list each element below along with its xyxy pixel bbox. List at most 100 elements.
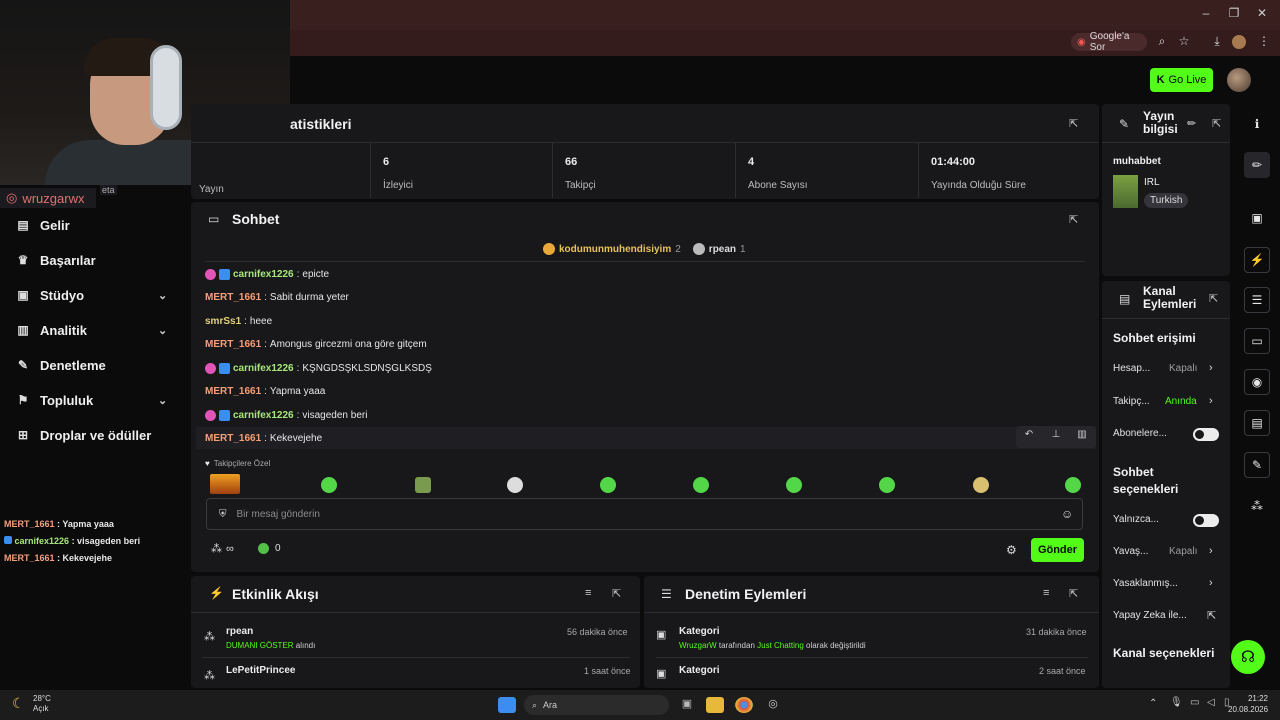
sidebar-item-topluluk[interactable]: ⚑ Topluluk ⌄ (16, 388, 186, 412)
app-icon[interactable]: ◎ (764, 697, 782, 713)
chat-input[interactable]: ⛨ Bir mesaj gönderin (206, 498, 1083, 530)
fire-emote[interactable] (210, 474, 240, 494)
chat-username[interactable]: carnifex1226 (233, 269, 294, 280)
chevron-right-icon[interactable]: › (1209, 545, 1213, 557)
stream-category[interactable]: IRL (1144, 177, 1160, 188)
kick-coins[interactable]: 0 (258, 543, 281, 554)
chat-username[interactable]: smrSs1 (205, 316, 241, 327)
profile-icon[interactable] (1232, 35, 1246, 49)
wrench-icon[interactable]: ✎ (1244, 452, 1270, 478)
close-icon[interactable]: ✕ (1252, 6, 1272, 22)
chrome-icon[interactable] (735, 697, 753, 713)
emote[interactable] (879, 477, 895, 493)
gifter-name[interactable]: rpean (709, 244, 736, 255)
subscribers-only-label[interactable]: Abonelere... (1113, 428, 1167, 439)
gifter-name[interactable]: kodumunmuhendisiyim (559, 244, 671, 255)
popout-icon[interactable]: ⇱ (1069, 213, 1078, 226)
chat-username[interactable]: carnifex1226 (233, 410, 294, 421)
maximize-icon[interactable]: ❐ (1224, 6, 1244, 22)
support-button[interactable]: ☊ (1231, 640, 1265, 674)
account-age-label[interactable]: Hesap... (1113, 363, 1150, 374)
chat-message[interactable]: carnifex1226: visageden beri (205, 407, 367, 423)
file-explorer-icon[interactable] (706, 697, 724, 713)
followers-only-value[interactable]: Anında (1165, 396, 1197, 407)
go-live-button[interactable]: K Go Live (1150, 68, 1213, 92)
delete-icon[interactable]: ▥ (1071, 429, 1093, 445)
popout-icon[interactable]: ⇱ (1069, 117, 1078, 130)
chat-username[interactable]: MERT_1661 (205, 339, 261, 350)
browser-menu-icon[interactable]: ⋮ (1256, 34, 1272, 50)
chat-username[interactable]: MERT_1661 (205, 292, 261, 303)
network-icon[interactable]: ▭ (1190, 697, 1199, 708)
chat-message[interactable]: MERT_1661: Amongus gircezmi ona göre gitç… (205, 336, 427, 352)
emote[interactable] (693, 477, 709, 493)
minimize-icon[interactable]: – (1196, 6, 1216, 22)
activity-user[interactable]: LePetitPrincee (226, 665, 295, 676)
send-button[interactable]: Gönder (1031, 538, 1084, 562)
lightning-icon[interactable]: ⚡ (1244, 247, 1270, 273)
popout-icon[interactable]: ⇱ (1069, 587, 1078, 600)
sidebar-item-droplar[interactable]: ⊞ Droplar ve ödüller (16, 423, 151, 447)
filter-icon[interactable]: ≡ (585, 587, 591, 599)
sidebar-item-basarilar[interactable]: ♛ Başarılar (16, 248, 96, 272)
chat-message[interactable]: carnifex1226: epicte (205, 266, 329, 282)
chat-username[interactable]: MERT_1661 (205, 433, 261, 444)
task-view-icon[interactable]: ▣ (678, 697, 696, 713)
activity-user[interactable]: rpean (226, 626, 253, 637)
broadcast-icon[interactable]: ◉ (1244, 369, 1270, 395)
account-age-value[interactable]: Kapalı (1169, 363, 1197, 374)
ai-moderation-label[interactable]: Yapay Zeka ile... (1113, 610, 1187, 621)
chat-username[interactable]: carnifex1226 (233, 363, 294, 374)
emote[interactable] (1065, 477, 1081, 493)
sidebar-item-analitik[interactable]: ▥ Analitik ⌄ (16, 318, 186, 342)
chat-message[interactable]: MERT_1661: Kekevejehe (205, 430, 322, 446)
emote-only-toggle[interactable] (1193, 514, 1219, 527)
video-icon[interactable]: ▣ (1244, 205, 1270, 231)
emote[interactable] (415, 477, 431, 493)
weather-widget[interactable]: 28°C Açık (33, 694, 51, 714)
download-icon[interactable]: ⤓ (1209, 34, 1225, 50)
banned-words-label[interactable]: Yasaklanmış... (1113, 578, 1178, 589)
channel-icon[interactable]: ▤ (1244, 410, 1270, 436)
chevron-right-icon[interactable]: › (1209, 362, 1213, 374)
sidebar-item-denetleme[interactable]: ✎ Denetleme (16, 353, 106, 377)
chevron-up-icon[interactable]: ⌃ (1149, 698, 1157, 709)
settings-gear-icon[interactable]: ⚙ (1006, 543, 1017, 557)
info-icon[interactable]: ℹ (1244, 111, 1270, 137)
emote[interactable] (507, 477, 523, 493)
kick-points-icon[interactable]: ⁂ (1244, 493, 1270, 519)
category-thumbnail[interactable] (1113, 175, 1138, 208)
chat-message[interactable]: carnifex1226: KŞNGDSŞKLSDNŞGLKSDŞ (205, 360, 432, 376)
chat-message[interactable]: MERT_1661: Sabit durma yeter (205, 289, 349, 305)
avatar[interactable] (1227, 68, 1251, 92)
emote[interactable] (973, 477, 989, 493)
popout-icon[interactable]: ⇱ (1209, 292, 1218, 305)
emote[interactable] (321, 477, 337, 493)
emoji-icon[interactable]: ☺ (1061, 507, 1073, 521)
chevron-right-icon[interactable]: › (1209, 577, 1213, 589)
windows-start-icon[interactable] (498, 697, 516, 713)
ask-google-button[interactable]: ◉ Google'a Sor (1071, 31, 1147, 53)
reply-icon[interactable]: ↶ (1018, 429, 1040, 445)
subscribers-only-toggle[interactable] (1193, 428, 1219, 441)
emote-only-label[interactable]: Yalnızca... (1113, 514, 1159, 525)
volume-icon[interactable]: ◁ (1207, 697, 1215, 708)
chat-message[interactable]: MERT_1661: Yapma yaaa (205, 383, 325, 399)
bookmark-star-icon[interactable]: ☆ (1176, 34, 1192, 50)
chat-message[interactable]: smrSs1: heee (205, 313, 272, 329)
pin-icon[interactable]: ⊥ (1045, 429, 1067, 445)
sidebar-item-gelir[interactable]: ▤ Gelir (16, 213, 69, 237)
sidebar-item-studyo[interactable]: ▣ Stüdyo ⌄ (16, 283, 186, 307)
slow-mode-value[interactable]: Kapalı (1169, 546, 1197, 557)
list-icon[interactable]: ☰ (1244, 287, 1270, 313)
chevron-right-icon[interactable]: › (1209, 395, 1213, 407)
microphone-icon[interactable]: 🎙︎ (1170, 697, 1183, 708)
pencil-icon[interactable]: ✏ (1244, 152, 1270, 178)
taskbar-search[interactable]: ⌕ Ara (524, 695, 669, 715)
zoom-icon[interactable]: ⌕ (1154, 34, 1170, 50)
channel-points[interactable]: ⁂ ∞ (211, 542, 234, 556)
popout-icon[interactable]: ⇱ (1212, 117, 1221, 130)
chat-username[interactable]: MERT_1661 (205, 386, 261, 397)
popout-icon[interactable]: ⇱ (612, 587, 621, 600)
followers-only-label[interactable]: Takipç... (1113, 396, 1150, 407)
